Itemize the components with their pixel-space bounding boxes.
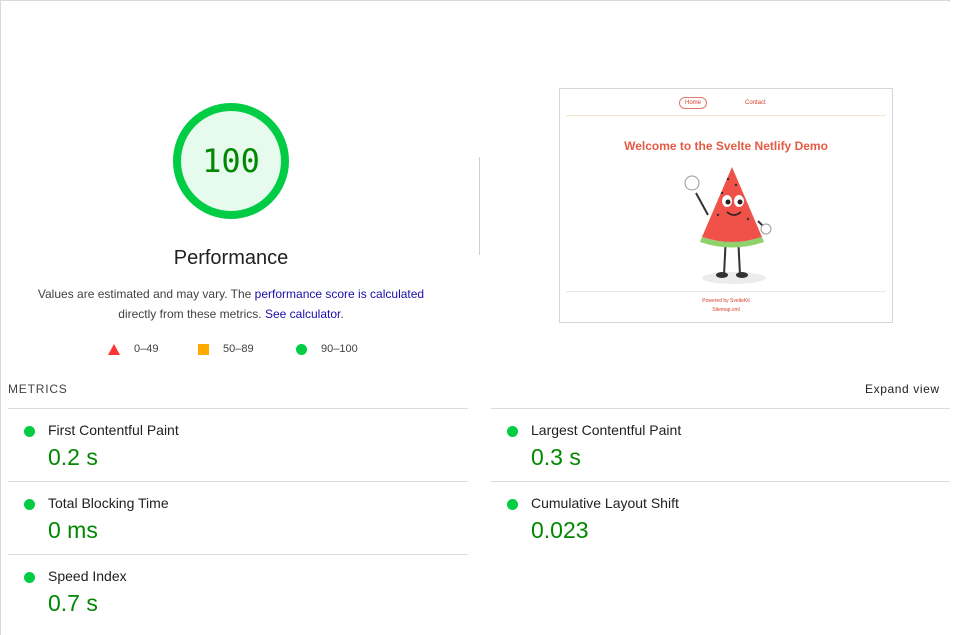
final-screenshot-thumbnail[interactable]: Home Contact Welcome to the Svelte Netli… xyxy=(559,88,893,323)
pass-status-icon xyxy=(24,572,35,583)
metric-first-contentful-paint: First Contentful Paint 0.2 s xyxy=(8,409,448,481)
pass-status-icon xyxy=(507,426,518,437)
triangle-icon xyxy=(108,343,120,355)
metric-title: Cumulative Layout Shift xyxy=(531,495,679,511)
metric-largest-contentful-paint: Largest Contentful Paint 0.3 s xyxy=(491,409,931,481)
metric-value: 0.2 s xyxy=(48,444,98,470)
legend-fail: 0–49 xyxy=(108,343,158,355)
desc-middle: directly from these metrics. xyxy=(118,307,262,321)
preview-nav: Home Contact xyxy=(560,97,892,111)
metric-title: Total Blocking Time xyxy=(48,495,169,511)
performance-score-gauge: 100 xyxy=(171,101,291,221)
score-value: 100 xyxy=(202,142,260,180)
metrics-header: METRICS xyxy=(8,382,68,396)
desc-suffix: . xyxy=(340,307,344,321)
left-border xyxy=(0,0,1,635)
preview-title: Welcome to the Svelte Netlify Demo xyxy=(624,139,828,153)
legend-pass: 90–100 xyxy=(296,343,358,355)
watermelon-mascot-image xyxy=(684,167,772,284)
pass-status-icon xyxy=(24,426,35,437)
pass-status-icon xyxy=(507,499,518,510)
pass-status-icon xyxy=(24,499,35,510)
metric-title: Speed Index xyxy=(48,568,127,584)
preview-nav-contact: Contact xyxy=(745,100,766,106)
legend-range: 50–89 xyxy=(223,343,254,355)
score-calculated-link[interactable]: performance score is calculated xyxy=(255,287,424,301)
preview-nav-home: Home xyxy=(679,97,707,109)
circle-icon xyxy=(296,343,307,355)
metric-title: Largest Contentful Paint xyxy=(531,422,682,438)
square-icon xyxy=(198,343,209,355)
score-legend: 0–49 50–89 90–100 xyxy=(0,343,470,361)
see-calculator-link[interactable]: See calculator xyxy=(265,307,340,321)
score-category-label: Performance xyxy=(173,247,289,269)
metric-value: 0.023 xyxy=(531,517,589,543)
legend-range: 0–49 xyxy=(134,343,159,355)
top-border xyxy=(0,0,950,1)
preview-powered-by: Powered by SvelteKit xyxy=(702,298,750,304)
preview-header-divider xyxy=(566,115,886,116)
preview-sitemap-link: Sitemap.xml xyxy=(712,307,740,313)
desc-prefix: Values are estimated and may vary. The xyxy=(37,287,255,301)
score-description: Values are estimated and may vary. The p… xyxy=(20,284,442,324)
vertical-divider xyxy=(479,157,480,255)
legend-range: 90–100 xyxy=(321,343,358,355)
expand-view-toggle[interactable]: Expand view xyxy=(865,382,940,396)
metric-value: 0 ms xyxy=(48,517,98,543)
metric-total-blocking-time: Total Blocking Time 0 ms xyxy=(8,482,448,554)
metric-cumulative-layout-shift: Cumulative Layout Shift 0.023 xyxy=(491,482,931,554)
preview-footer-divider xyxy=(566,291,886,292)
legend-average: 50–89 xyxy=(198,343,254,355)
metric-value: 0.3 s xyxy=(531,444,581,470)
metric-title: First Contentful Paint xyxy=(48,422,179,438)
metric-value: 0.7 s xyxy=(48,590,98,616)
metric-speed-index: Speed Index 0.7 s xyxy=(8,555,448,627)
right-border xyxy=(949,0,950,2)
